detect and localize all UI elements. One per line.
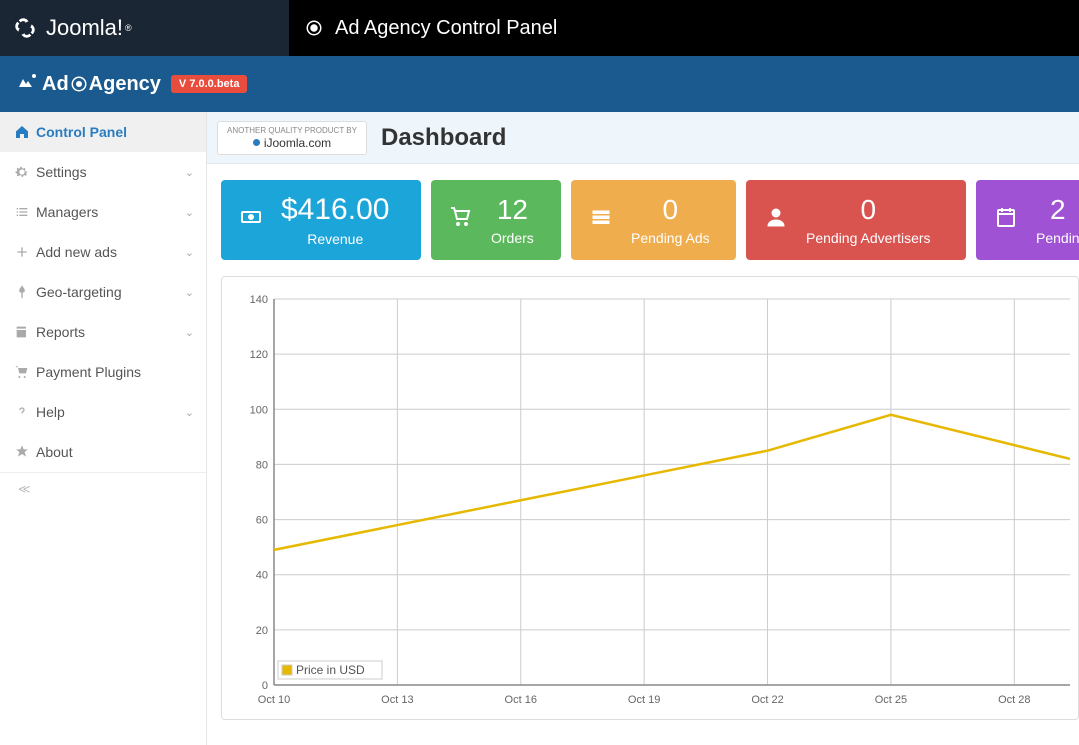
stat-label: Pendin	[1036, 230, 1079, 246]
stat-label: Pending Advertisers	[806, 230, 931, 246]
svg-text:40: 40	[256, 570, 268, 582]
stat-value: 0	[860, 194, 876, 226]
topbar-title-text: Ad Agency Control Panel	[335, 17, 557, 40]
sidebar-item-label: Add new ads	[36, 244, 117, 260]
user-icon	[764, 205, 788, 235]
cart-icon	[449, 205, 473, 235]
svg-text:20: 20	[256, 625, 268, 637]
bullseye-icon	[70, 75, 88, 93]
sidebar-item-add-new-ads[interactable]: Add new ads ⌄	[0, 232, 206, 272]
svg-text:Oct 10: Oct 10	[258, 694, 290, 706]
svg-text:Price in USD: Price in USD	[296, 663, 365, 677]
stat-card-pending-advertisers[interactable]: 0 Pending Advertisers	[746, 180, 966, 260]
gear-icon	[14, 164, 36, 180]
sidebar-item-label: Settings	[36, 164, 87, 180]
svg-text:Oct 16: Oct 16	[505, 694, 537, 706]
stat-label: Orders	[491, 230, 534, 246]
quality-badge[interactable]: ANOTHER QUALITY PRODUCT BY iJoomla.com	[217, 121, 367, 155]
product-logo-icon	[16, 69, 40, 99]
sidebar: Control PanelSettings⌄Managers⌄Add new a…	[0, 112, 207, 745]
sidebar-item-managers[interactable]: Managers ⌄	[0, 192, 206, 232]
main-header: ANOTHER QUALITY PRODUCT BY iJoomla.com D…	[207, 112, 1079, 164]
home-icon	[14, 124, 36, 140]
chevron-down-icon: ⌄	[185, 246, 194, 259]
sidebar-item-geo-targeting[interactable]: Geo-targeting ⌄	[0, 272, 206, 312]
stats-row: $416.00 Revenue 12 Orders 0 Pending Ads 0 Pendi…	[207, 164, 1079, 276]
sidebar-item-settings[interactable]: Settings ⌄	[0, 152, 206, 192]
sidebar-item-help[interactable]: Help ⌄	[0, 392, 206, 432]
brand-text: Joomla!	[46, 15, 123, 41]
svg-text:Oct 13: Oct 13	[381, 694, 413, 706]
star-icon	[14, 444, 36, 460]
svg-text:60: 60	[256, 515, 268, 527]
quality-domain: iJoomla.com	[253, 136, 331, 150]
chevron-down-icon: ⌄	[185, 406, 194, 419]
chevron-down-icon: ⌄	[185, 326, 194, 339]
target-icon	[305, 19, 323, 37]
calendar-icon	[994, 205, 1018, 235]
svg-text:140: 140	[250, 294, 268, 306]
stat-card-orders[interactable]: 12 Orders	[431, 180, 561, 260]
stat-card-revenue[interactable]: $416.00 Revenue	[221, 180, 421, 260]
svg-text:Oct 28: Oct 28	[998, 694, 1030, 706]
stat-value: 12	[497, 194, 528, 226]
sidebar-item-label: Geo-targeting	[36, 284, 122, 300]
sidebar-item-control-panel[interactable]: Control Panel	[0, 112, 206, 152]
product-suffix: Agency	[89, 73, 161, 96]
stat-card-pending-ads[interactable]: 0 Pending Ads	[571, 180, 736, 260]
topbar: Joomla!® Ad Agency Control Panel	[0, 0, 1079, 56]
stat-label: Revenue	[307, 231, 363, 247]
sidebar-item-label: Control Panel	[36, 124, 127, 140]
sidebar-item-payment-plugins[interactable]: Payment Plugins	[0, 352, 206, 392]
subheader: Ad Agency V 7.0.0.beta	[0, 56, 1079, 112]
chevron-down-icon: ⌄	[185, 206, 194, 219]
stat-value: $416.00	[281, 193, 389, 227]
report-icon	[14, 324, 36, 340]
product-prefix: Ad	[42, 73, 69, 96]
question-icon	[14, 404, 36, 420]
svg-text:Oct 22: Oct 22	[751, 694, 783, 706]
menu-icon	[589, 205, 613, 235]
version-badge: V 7.0.0.beta	[171, 75, 248, 93]
stat-label: Pending Ads	[631, 230, 710, 246]
svg-text:Oct 19: Oct 19	[628, 694, 660, 706]
chevron-down-icon: ⌄	[185, 166, 194, 179]
list-icon	[14, 204, 36, 220]
stat-card-pendin[interactable]: 2 Pendin	[976, 180, 1079, 260]
svg-text:0: 0	[262, 680, 268, 692]
chart-svg: Oct 10 Oct 13 Oct 16 Oct 19 Oct 22 Oct 25 Oct …	[230, 291, 1070, 711]
joomla-logo[interactable]: Joomla!®	[0, 0, 289, 56]
stat-value: 0	[663, 194, 679, 226]
main-content: ANOTHER QUALITY PRODUCT BY iJoomla.com D…	[207, 112, 1079, 745]
sidebar-item-label: Help	[36, 404, 65, 420]
cart-icon	[14, 364, 36, 380]
svg-text:120: 120	[250, 349, 268, 361]
sidebar-item-label: Payment Plugins	[36, 364, 141, 380]
quality-line: ANOTHER QUALITY PRODUCT BY	[227, 126, 357, 135]
sidebar-item-label: About	[36, 444, 73, 460]
money-icon	[239, 205, 263, 235]
sidebar-item-about[interactable]: About	[0, 432, 206, 472]
sidebar-item-reports[interactable]: Reports ⌄	[0, 312, 206, 352]
product-logo[interactable]: Ad Agency	[16, 69, 161, 99]
svg-text:100: 100	[250, 404, 268, 416]
joomla-icon	[12, 15, 38, 41]
svg-text:80: 80	[256, 459, 268, 471]
stat-value: 2	[1050, 194, 1066, 226]
chevron-down-icon: ⌄	[185, 286, 194, 299]
plus-icon	[14, 244, 36, 260]
sidebar-item-label: Managers	[36, 204, 98, 220]
page-title: Dashboard	[381, 124, 506, 152]
sidebar-item-label: Reports	[36, 324, 85, 340]
pin-icon	[14, 284, 36, 300]
revenue-chart: Oct 10 Oct 13 Oct 16 Oct 19 Oct 22 Oct 25 Oct …	[221, 276, 1079, 720]
topbar-title: Ad Agency Control Panel	[289, 0, 1079, 56]
sidebar-collapse-button[interactable]: ≪	[0, 472, 206, 504]
svg-text:Oct 25: Oct 25	[875, 694, 907, 706]
chevron-left-icon: ≪	[18, 482, 31, 496]
